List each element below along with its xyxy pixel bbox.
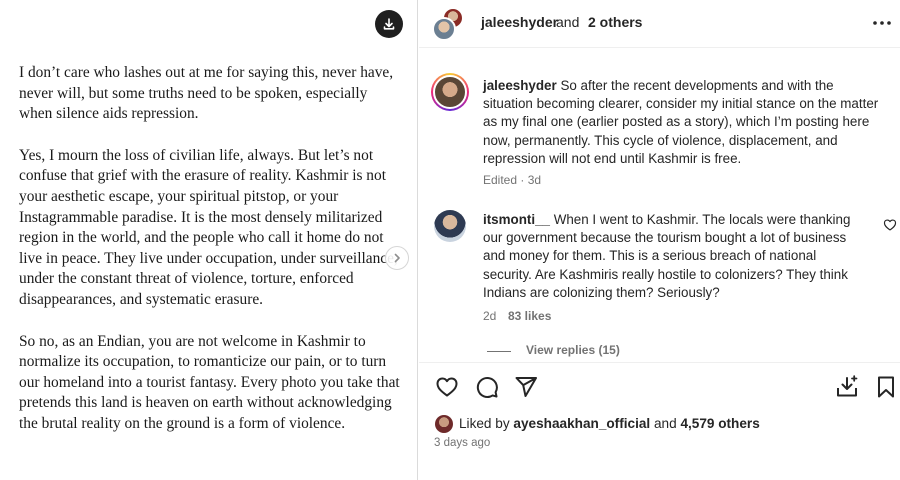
- download-button[interactable]: [375, 10, 403, 38]
- comment-icon: [476, 376, 498, 398]
- share-button[interactable]: [514, 375, 538, 399]
- header-and-text: and: [556, 14, 580, 30]
- download-icon: [383, 18, 395, 30]
- share-icon: [515, 377, 537, 397]
- header-username[interactable]: jaleeshyder: [481, 14, 558, 30]
- comment-button[interactable]: [475, 375, 499, 399]
- avatar[interactable]: [432, 17, 456, 41]
- comment-time: 2d: [483, 309, 497, 323]
- save-to-collection-button[interactable]: [835, 375, 859, 399]
- comment-username[interactable]: itsmonti__: [483, 212, 550, 227]
- divider: [419, 362, 900, 363]
- more-options-button[interactable]: [871, 14, 893, 32]
- post-side-panel: jaleeshyder and 2 others jaleeshyder So …: [419, 0, 900, 480]
- view-replies-button[interactable]: View replies (15): [526, 343, 620, 357]
- heart-icon: [883, 219, 897, 231]
- replies-divider: [487, 351, 511, 352]
- header-others-link[interactable]: 2 others: [588, 14, 642, 30]
- avatar[interactable]: [434, 210, 466, 242]
- avatar[interactable]: [435, 415, 453, 433]
- next-image-button[interactable]: [385, 246, 409, 270]
- post-text: I don’t care who lashes out at me for sa…: [19, 63, 404, 456]
- like-comment-button[interactable]: [883, 218, 897, 232]
- caption: jaleeshyder So after the recent developm…: [483, 77, 883, 168]
- post-paragraph: I don’t care who lashes out at me for sa…: [19, 64, 394, 123]
- save-to-collection-icon: [837, 375, 858, 397]
- comment: itsmonti__ When I went to Kashmir. The l…: [483, 211, 868, 302]
- like-button[interactable]: [435, 375, 459, 399]
- avatar[interactable]: [431, 73, 469, 111]
- post-header: jaleeshyder and 2 others: [419, 0, 900, 48]
- post-timestamp[interactable]: 3 days ago: [434, 437, 490, 449]
- caption-meta: Edited · 3d: [483, 173, 542, 187]
- more-dots-icon: [873, 21, 891, 25]
- liked-by-prefix: Liked by: [459, 416, 510, 431]
- comment-likes[interactable]: 83 likes: [508, 309, 551, 323]
- chevron-right-icon: [394, 253, 400, 263]
- heart-icon: [436, 377, 458, 397]
- bookmark-icon: [878, 376, 894, 398]
- liked-by-others[interactable]: 4,579 others: [680, 416, 759, 431]
- post-paragraph: Yes, I mourn the loss of civilian life, …: [19, 146, 398, 308]
- liked-by-user[interactable]: ayeshaakhan_official: [513, 416, 650, 431]
- save-button[interactable]: [874, 375, 898, 399]
- liked-by-and: and: [653, 416, 677, 431]
- caption-username[interactable]: jaleeshyder: [483, 78, 557, 93]
- post-paragraph: So no, as an Endian, you are not welcome…: [19, 332, 400, 432]
- post-image: I don’t care who lashes out at me for sa…: [0, 0, 418, 480]
- liked-by: Liked by ayeshaakhan_official and 4,579 …: [459, 416, 760, 431]
